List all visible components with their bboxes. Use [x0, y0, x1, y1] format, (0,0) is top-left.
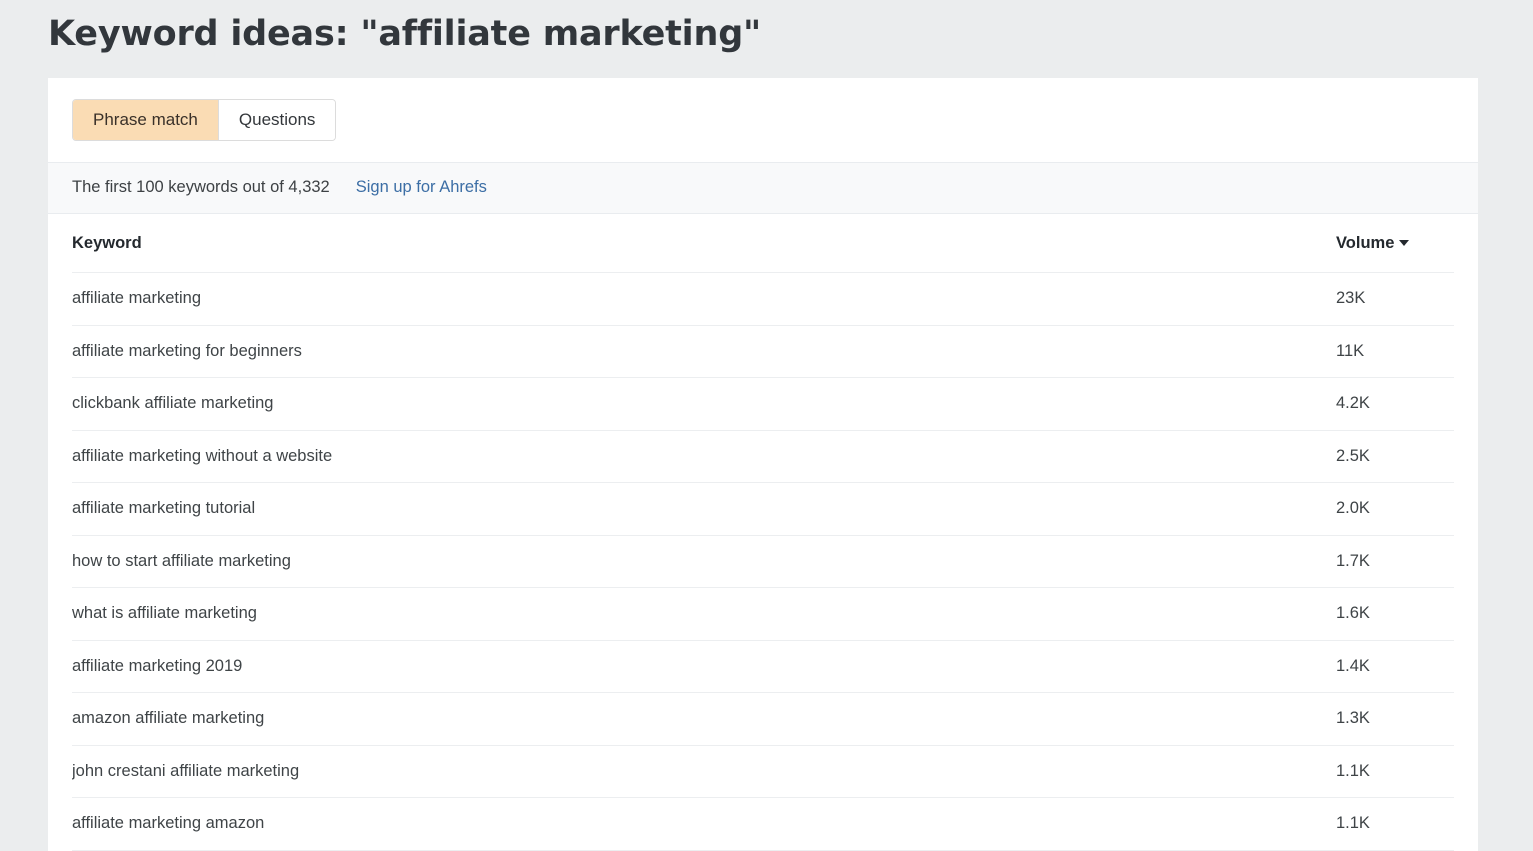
table-row[interactable]: affiliate marketing 2019 1.4K	[72, 641, 1454, 693]
cell-volume: 1.3K	[1336, 709, 1370, 728]
cell-volume: 4.2K	[1336, 394, 1370, 413]
table-row[interactable]: affiliate marketing amazon 1.1K	[72, 798, 1454, 851]
cell-volume: 1.6K	[1336, 604, 1370, 623]
table-row[interactable]: affiliate marketing for beginners 11K	[72, 326, 1454, 378]
cell-volume: 1.7K	[1336, 551, 1370, 570]
cell-volume: 11K	[1336, 341, 1365, 360]
cell-keyword: affiliate marketing	[72, 289, 202, 308]
table-row[interactable]: affiliate marketing 23K	[72, 273, 1454, 326]
cell-keyword: affiliate marketing amazon	[72, 814, 265, 833]
table-header-row: Keyword Volume	[72, 214, 1454, 273]
cell-volume: 1.1K	[1336, 761, 1370, 780]
table-row[interactable]: john crestani affiliate marketing 1.1K	[72, 746, 1454, 798]
table-row[interactable]: affiliate marketing without a website 2.5…	[72, 431, 1454, 483]
cell-keyword: amazon affiliate marketing	[72, 709, 265, 728]
cell-volume: 2.0K	[1336, 499, 1370, 518]
column-header-volume[interactable]: Volume	[1336, 234, 1454, 253]
tab-phrase-match[interactable]: Phrase match	[73, 100, 219, 140]
tabs-bar: Phrase match Questions	[48, 78, 1478, 162]
cell-volume: 23K	[1336, 289, 1366, 308]
sign-up-link[interactable]: Sign up for Ahrefs	[356, 178, 487, 197]
table-row[interactable]: how to start affiliate marketing 1.7K	[72, 536, 1454, 588]
cell-volume: 2.5K	[1336, 446, 1370, 465]
table-row[interactable]: amazon affiliate marketing 1.3K	[72, 693, 1454, 746]
keyword-ideas-card: Phrase match Questions The first 100 key…	[48, 78, 1478, 851]
info-bar: The first 100 keywords out of 4,332 Sign…	[48, 162, 1478, 214]
cell-keyword: affiliate marketing for beginners	[72, 341, 302, 360]
keyword-count-text: The first 100 keywords out of 4,332	[72, 178, 330, 196]
cell-volume: 1.1K	[1336, 814, 1370, 833]
tab-group: Phrase match Questions	[72, 99, 337, 141]
keyword-table: Keyword Volume affiliate marketing 23K aff…	[48, 214, 1478, 851]
tab-questions[interactable]: Questions	[218, 100, 336, 140]
column-header-volume-label: Volume	[1336, 233, 1395, 252]
cell-keyword: clickbank affiliate marketing	[72, 394, 274, 413]
cell-keyword: affiliate marketing tutorial	[72, 499, 256, 518]
table-body: affiliate marketing 23K affiliate marketin…	[72, 273, 1454, 851]
cell-keyword: affiliate marketing 2019	[72, 656, 243, 675]
table-row[interactable]: what is affiliate marketing 1.6K	[72, 588, 1454, 641]
cell-keyword: affiliate marketing without a website	[72, 446, 333, 465]
caret-down-icon	[1399, 239, 1410, 246]
cell-keyword: john crestani affiliate marketing	[72, 761, 300, 780]
table-row[interactable]: clickbank affiliate marketing 4.2K	[72, 378, 1454, 431]
page-title: Keyword ideas: "affiliate marketing"	[48, 14, 762, 54]
cell-volume: 1.4K	[1336, 656, 1370, 675]
column-header-keyword[interactable]: Keyword	[72, 234, 1336, 253]
table-row[interactable]: affiliate marketing tutorial 2.0K	[72, 483, 1454, 536]
cell-keyword: how to start affiliate marketing	[72, 551, 291, 570]
cell-keyword: what is affiliate marketing	[72, 604, 257, 623]
